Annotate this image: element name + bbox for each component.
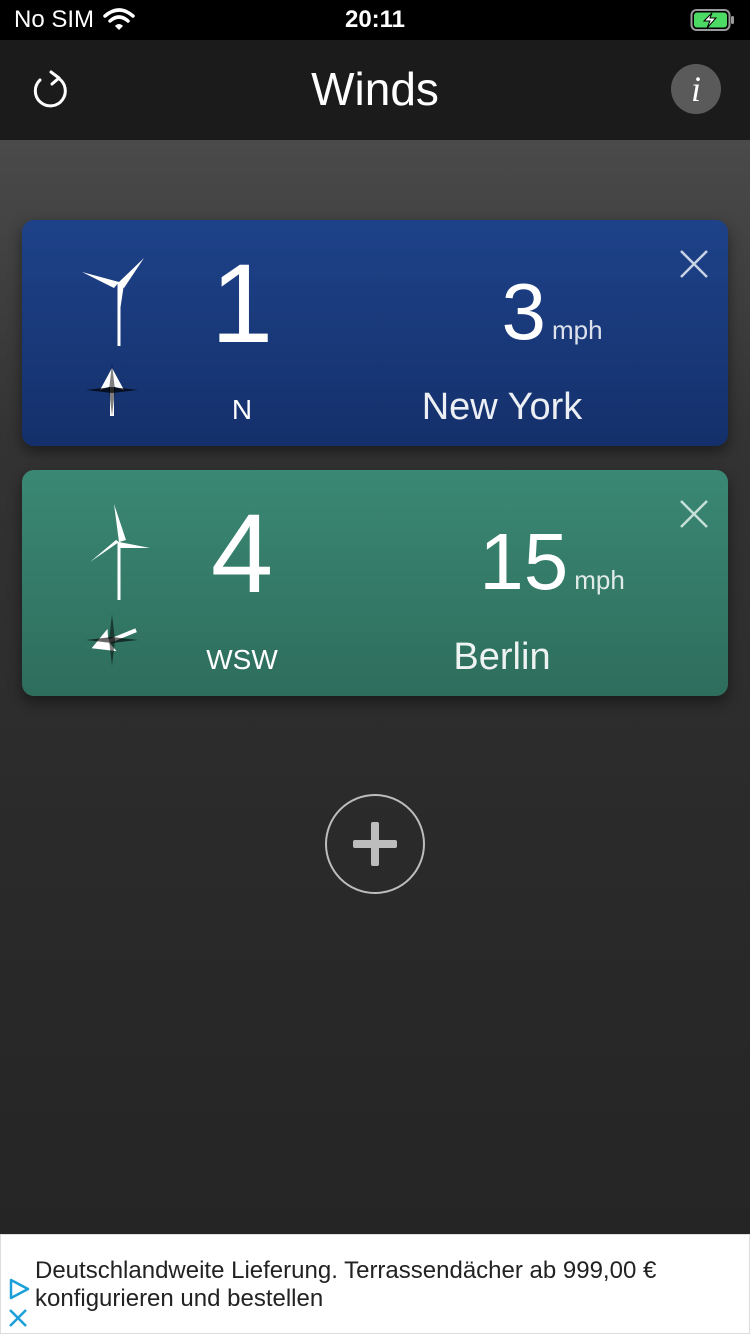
city-name: Berlin xyxy=(453,636,551,678)
ad-close-icon[interactable] xyxy=(7,1307,29,1329)
add-location-button[interactable] xyxy=(325,794,425,894)
ad-text: Deutschlandweite Lieferung. Terrassendäc… xyxy=(35,1257,657,1312)
wind-speed-value: 15 xyxy=(479,517,569,606)
city-name: New York xyxy=(421,386,583,428)
plus-icon xyxy=(353,822,397,866)
page-title: Winds xyxy=(311,63,439,115)
wind-turbine-icon xyxy=(90,504,150,600)
wind-direction: WSW xyxy=(206,644,278,675)
battery-charging-icon xyxy=(690,9,734,31)
close-icon[interactable] xyxy=(678,498,710,530)
close-icon[interactable] xyxy=(678,248,710,280)
wind-speed-value: 3 xyxy=(501,267,546,356)
beaufort-value: 1 xyxy=(210,241,274,366)
status-time: 20:11 xyxy=(344,6,406,33)
wind-turbine-icon xyxy=(82,258,144,346)
ad-choices-icon[interactable] xyxy=(7,1277,31,1301)
wind-speed: 15 mph xyxy=(402,522,702,602)
wind-speed: 3 mph xyxy=(402,272,702,352)
ad-banner[interactable]: Deutschlandweite Lieferung. Terrassendäc… xyxy=(0,1234,750,1334)
wind-direction: N xyxy=(231,394,253,425)
wind-card-berlin[interactable]: 4 WSW 15 mph Berlin xyxy=(22,470,728,696)
nav-bar: Winds i xyxy=(0,40,750,140)
status-bar: No SIM 20:11 xyxy=(0,0,750,40)
wind-speed-unit: mph xyxy=(574,565,625,595)
main-content: 1 N 3 mph New York 4 WSW 15 mph Berlin xyxy=(0,140,750,1234)
beaufort-value: 4 xyxy=(210,491,274,616)
wind-card-new-york[interactable]: 1 N 3 mph New York xyxy=(22,220,728,446)
wind-direction-compass-icon xyxy=(86,614,138,666)
wind-speed-unit: mph xyxy=(551,315,603,345)
wind-direction-compass-icon xyxy=(86,364,138,416)
info-icon[interactable]: i xyxy=(671,64,721,114)
